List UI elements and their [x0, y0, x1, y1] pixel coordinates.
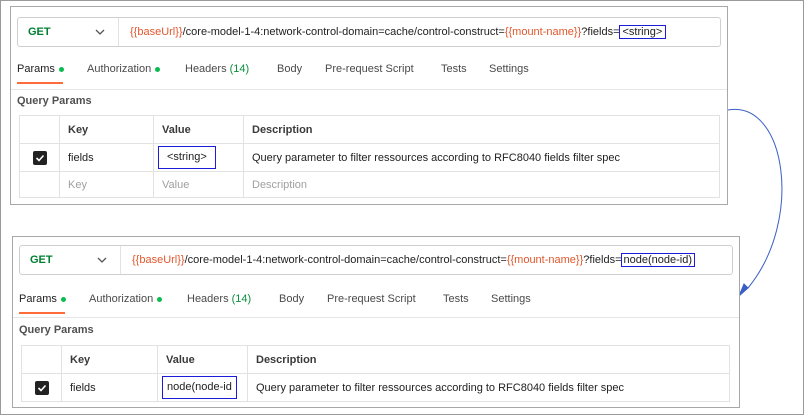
- tab-pre-request-script[interactable]: Pre-request Script: [325, 63, 414, 75]
- tab-tests[interactable]: Tests: [441, 63, 467, 75]
- method-label: GET: [30, 254, 53, 266]
- status-dot-icon: [58, 66, 64, 72]
- param-value-field[interactable]: node(node-id: [157, 373, 248, 402]
- column-header-key: Key: [61, 345, 158, 374]
- request-panel-after: GET {{baseUrl}}/core-model-1-4:network-c…: [12, 236, 740, 408]
- param-key-field[interactable]: fields: [59, 143, 154, 172]
- status-dot-icon: [157, 296, 163, 302]
- tab-settings[interactable]: Settings: [489, 63, 529, 75]
- table-row-placeholder: Key Value Description: [19, 171, 720, 198]
- headers-count: (14): [229, 63, 250, 75]
- param-description-field[interactable]: Query parameter to filter ressources acc…: [247, 373, 730, 402]
- checkbox-checked-icon[interactable]: [32, 150, 47, 165]
- query-params-title: Query Params: [17, 95, 92, 107]
- divider: [13, 317, 739, 318]
- key-placeholder[interactable]: Key: [59, 171, 154, 198]
- tab-headers[interactable]: Headers (14): [187, 293, 251, 305]
- placeholder-checkbox-cell: [19, 171, 60, 198]
- tab-tests[interactable]: Tests: [443, 293, 469, 305]
- tab-settings[interactable]: Settings: [491, 293, 531, 305]
- url-variable-mount-name: {{mount-name}}: [504, 26, 582, 38]
- request-url-bar[interactable]: GET {{baseUrl}}/core-model-1-4:network-c…: [17, 17, 721, 47]
- request-url-input[interactable]: {{baseUrl}}/core-model-1-4:network-contr…: [130, 25, 667, 39]
- column-header-key: Key: [59, 115, 154, 144]
- table-header-row: Key Value Description: [21, 345, 730, 374]
- url-fields-value-highlight: <string>: [618, 25, 667, 39]
- method-selector[interactable]: GET: [18, 18, 119, 46]
- column-header-description: Description: [243, 115, 720, 144]
- tab-params[interactable]: Params: [19, 293, 66, 305]
- tab-authorization[interactable]: Authorization: [87, 63, 161, 75]
- query-params-table: Key Value Description fields node(node-i…: [21, 345, 730, 402]
- request-url-input[interactable]: {{baseUrl}}/core-model-1-4:network-contr…: [132, 253, 695, 267]
- active-tab-underline: [17, 82, 63, 84]
- checkbox-column-header: [19, 115, 60, 144]
- tab-body[interactable]: Body: [277, 63, 302, 75]
- url-fields-value-highlight: node(node-id): [620, 253, 695, 267]
- url-query-prefix: ?fields=: [583, 254, 622, 266]
- checkbox-column-header: [21, 345, 62, 374]
- tab-pre-request-script[interactable]: Pre-request Script: [327, 293, 416, 305]
- headers-count: (14): [231, 293, 252, 305]
- query-params-table: Key Value Description fields <string> Qu…: [19, 115, 720, 198]
- row-checkbox-cell: [19, 143, 60, 172]
- table-row: fields <string> Query parameter to filte…: [19, 143, 720, 172]
- url-variable-mount-name: {{mount-name}}: [506, 254, 584, 266]
- method-selector[interactable]: GET: [20, 246, 121, 274]
- row-checkbox-cell: [21, 373, 62, 402]
- status-dot-icon: [60, 296, 66, 302]
- tab-authorization[interactable]: Authorization: [89, 293, 163, 305]
- description-placeholder[interactable]: Description: [243, 171, 720, 198]
- request-panel-before: GET {{baseUrl}}/core-model-1-4:network-c…: [10, 6, 728, 205]
- param-value-highlight: node(node-id: [162, 376, 237, 399]
- value-placeholder[interactable]: Value: [153, 171, 244, 198]
- method-label: GET: [28, 26, 51, 38]
- column-header-value: Value: [157, 345, 248, 374]
- chevron-down-icon[interactable]: [94, 26, 106, 38]
- column-header-value: Value: [153, 115, 244, 144]
- tab-body[interactable]: Body: [279, 293, 304, 305]
- url-path: /core-model-1-4:network-control-domain=c…: [184, 254, 507, 266]
- url-variable-baseurl: {{baseUrl}}: [132, 254, 185, 266]
- param-value-highlight: <string>: [158, 146, 216, 169]
- param-value-field[interactable]: <string>: [153, 143, 244, 172]
- chevron-down-icon[interactable]: [96, 254, 108, 266]
- request-url-bar[interactable]: GET {{baseUrl}}/core-model-1-4:network-c…: [19, 245, 733, 275]
- url-path: /core-model-1-4:network-control-domain=c…: [182, 26, 505, 38]
- tab-params[interactable]: Params: [17, 63, 64, 75]
- checkbox-checked-icon[interactable]: [34, 380, 49, 395]
- param-description-field[interactable]: Query parameter to filter ressources acc…: [243, 143, 720, 172]
- divider: [11, 89, 727, 90]
- query-params-title: Query Params: [19, 324, 94, 336]
- column-header-description: Description: [247, 345, 730, 374]
- param-key-field[interactable]: fields: [61, 373, 158, 402]
- status-dot-icon: [155, 66, 161, 72]
- url-query-prefix: ?fields=: [581, 26, 620, 38]
- tab-headers[interactable]: Headers (14): [185, 63, 249, 75]
- url-variable-baseurl: {{baseUrl}}: [130, 26, 183, 38]
- table-row: fields node(node-id Query parameter to f…: [21, 373, 730, 402]
- table-header-row: Key Value Description: [19, 115, 720, 144]
- active-tab-underline: [19, 312, 65, 314]
